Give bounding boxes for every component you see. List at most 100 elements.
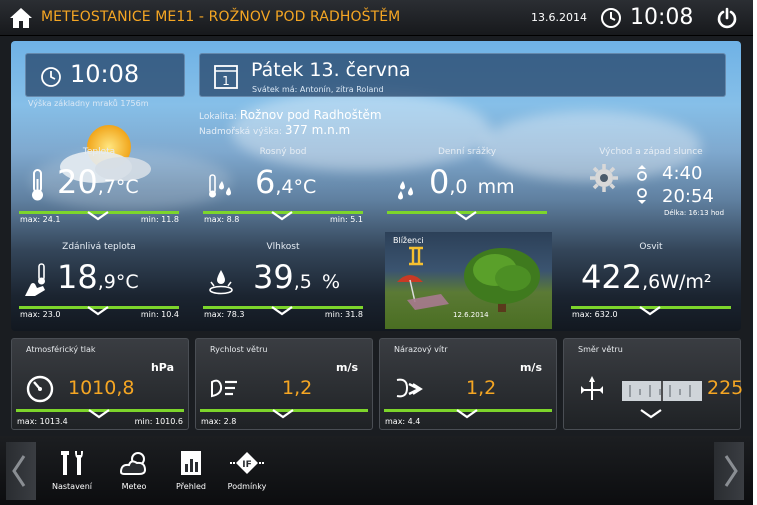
dew-point-tile[interactable]: Rosný bod 6,4°C max: 8.8 min: 5.1 [199,143,367,227]
settings-label: Nastavení [51,482,93,491]
sun-label: Východ a západ slunce [599,147,703,157]
header-time: 10:08 [630,5,694,30]
temperature-max: max: 24.1 [20,215,61,224]
chevron-down-icon[interactable] [455,211,477,221]
rainfall-value: 0,0 mm [429,163,515,201]
dew-point-int: 6 [255,163,276,201]
rainfall-unit: mm [477,176,515,198]
dew-point-max: max: 8.8 [204,215,240,224]
chevron-down-icon[interactable] [88,409,110,419]
home-icon[interactable] [9,7,33,29]
svg-text:IF: IF [242,460,252,470]
gust-label: Nárazový vítr [394,345,448,354]
current-time: 10:08 [70,60,140,88]
wind-direction-card[interactable]: Směr větru 225 [563,338,744,430]
temperature-unit: °C [115,176,139,198]
pressure-max: max: 1013.4 [17,417,68,426]
weather-station-app: METEOSTANICE ME11 - ROŽNOV POD RADHOŠTĚM… [0,0,757,505]
wind-direction-value: 225 [707,377,744,399]
day-box: 1 Pátek 13. června Svátek má: Antonín, z… [199,53,726,97]
chevron-down-icon[interactable] [271,211,293,221]
humidity-tile[interactable]: Vlhkost 39,5 % max: 78.3 min: 31.8 [199,238,367,322]
locality-label: Lokalita: [199,112,238,122]
wind-direction-label: Směr větru [578,345,623,354]
top-bar: METEOSTANICE ME11 - ROŽNOV POD RADHOŠTĚM… [0,0,757,36]
illuminance-tile[interactable]: Osvit 422,6W/m² max: 632.0 [567,238,735,322]
humidity-int: 39 [253,258,294,296]
chevron-down-icon[interactable] [87,211,109,221]
apparent-value: 18,9°C [57,258,139,296]
illuminance-label: Osvit [639,242,663,252]
illuminance-unit: W/m² [660,271,712,293]
sunset-icon [637,188,647,204]
settings-button[interactable]: Nastavení [44,442,100,498]
meteo-button[interactable]: Meteo [106,442,162,498]
apparent-dec: ,9 [97,271,116,293]
time-box: 10:08 [25,53,185,97]
apparent-unit: °C [115,271,139,293]
apparent-label: Zdánlivá teplota [62,242,136,252]
gust-card[interactable]: Nárazový vítr m/s 1,2 max: 4.4 [379,338,557,430]
conditions-button[interactable]: IF Podmínky [219,442,275,498]
conditions-label: Podmínky [227,482,267,491]
dew-point-value: 6,4°C [255,163,316,201]
chevron-down-icon[interactable] [456,409,478,419]
altitude-label: Nadmořská výška: [199,127,282,137]
calendar-icon: 1 [214,65,238,89]
sunrise-icon [637,165,647,181]
dew-point-unit: °C [293,176,317,198]
window-edge [753,0,757,505]
raindrops-icon [398,181,413,200]
illuminance-dec: ,6 [642,271,661,293]
locality: Lokalita: Rožnov pod Radhoštěm [199,108,382,122]
tools-icon [61,451,83,475]
wind-speed-card[interactable]: Rychlost větru m/s 1,2 max: 2.8 [195,338,373,430]
day-name: Pátek 13. června [251,59,411,81]
chart-icon [181,451,201,475]
temperature-tile[interactable]: Teplota 20,7°C max: 24.1 min: 11.8 [15,143,183,227]
weather-icon [119,452,147,475]
humidity-unit: % [322,271,341,293]
humidity-drop-icon [209,270,233,295]
rainfall-tile[interactable]: Denní srážky 0,0 mm [383,143,551,227]
temperature-min: min: 11.8 [140,215,179,224]
sunrise-sunset-tile[interactable]: Východ a západ slunce 4:40 20:54 Délka: … [567,143,735,227]
altitude-value: 377 m.n.m [284,123,351,137]
gust-icon [396,378,423,398]
humidity-label: Vlhkost [266,242,300,252]
sunset-time: 20:54 [662,186,714,207]
chevron-down-icon[interactable] [272,409,294,419]
power-icon[interactable] [716,7,738,29]
current-weather-panel: 10:08 Výška základny mraků 1756m 1 Pátek… [11,41,741,331]
conditions-icon: IF [230,452,264,474]
chevron-down-icon[interactable] [271,306,293,316]
zodiac-tile[interactable]: Blíženci 12.6.2014 [385,232,552,329]
illuminance-value: 422,6W/m² [581,258,712,296]
name-day: Svátek má: Antonín, zítra Roland [252,85,384,94]
scroll-left-button[interactable] [6,442,36,500]
illuminance-max: max: 632.0 [572,310,618,319]
sunrise-time: 4:40 [662,163,703,184]
pressure-unit: hPa [150,361,174,374]
overview-button[interactable]: Přehled [163,442,219,498]
day-length: Délka: 16:13 hod [664,209,725,217]
rainfall-dec: ,0 [449,176,468,198]
scroll-right-button[interactable] [714,442,744,500]
anemometer-icon [211,379,237,398]
apparent-max: max: 23.0 [20,310,61,319]
chevron-down-icon[interactable] [640,409,662,419]
gust-value: 1,2 [466,377,497,399]
header-date: 13.6.2014 [531,11,587,24]
dew-point-icon [209,174,231,198]
wind-speed-label: Rychlost větru [210,345,268,354]
tree-image [464,248,540,312]
meteo-label: Meteo [121,482,147,491]
locality-value: Rožnov pod Radhoštěm [239,108,382,122]
humidity-value: 39,5 % [253,258,340,296]
pressure-card[interactable]: Atmosférický tlak hPa 1010,8 max: 1013.4… [11,338,189,430]
chevron-left-icon [12,455,26,487]
apparent-temperature-tile[interactable]: Zdánlivá teplota 18,9°C max: 23.0 min: 1… [15,238,183,322]
chevron-down-icon[interactable] [639,306,661,316]
wind-speed-value: 1,2 [282,377,313,399]
chevron-down-icon[interactable] [87,306,109,316]
